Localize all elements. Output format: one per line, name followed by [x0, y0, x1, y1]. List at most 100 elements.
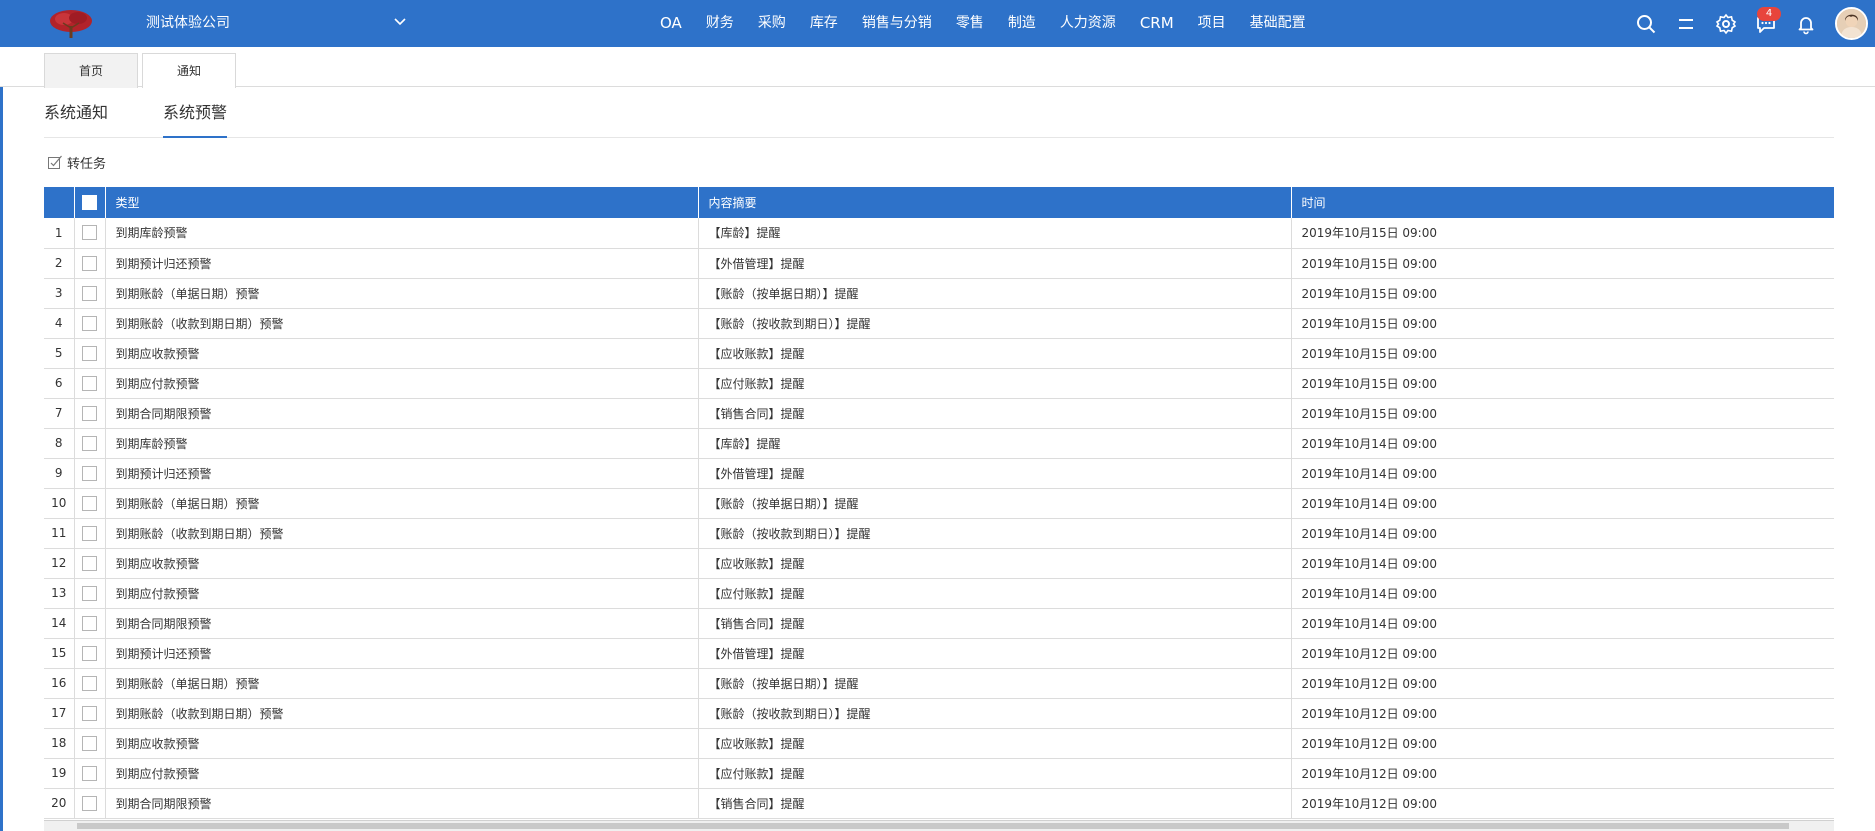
- nav-item-inventory[interactable]: 库存: [798, 0, 850, 47]
- row-number: 4: [44, 308, 75, 339]
- logo-tree-icon[interactable]: [48, 8, 94, 40]
- row-checkbox[interactable]: [82, 615, 97, 631]
- row-checkbox[interactable]: [82, 465, 97, 481]
- type-cell: 到期账龄（收款到期日期）预警: [105, 518, 699, 549]
- table-row[interactable]: 11 到期账龄（收款到期日期）预警 【账龄（按收款到期日）】提醒 2019年10月14…: [44, 518, 1834, 549]
- scrollbar-thumb[interactable]: [77, 823, 1789, 829]
- table-row[interactable]: 18 到期应收款预警 【应收账款】提醒 2019年10月12日 09:00: [44, 728, 1834, 759]
- table-row[interactable]: 2 到期预计归还预警 【外借管理】提醒 2019年10月15日 09:00: [44, 248, 1834, 279]
- nav-item-hr[interactable]: 人力资源: [1048, 0, 1128, 47]
- nav-item-project[interactable]: 项目: [1186, 0, 1238, 47]
- row-checkbox[interactable]: [82, 555, 97, 571]
- row-checkbox[interactable]: [82, 645, 97, 661]
- row-checkbox[interactable]: [82, 705, 97, 721]
- row-number: 3: [44, 278, 75, 309]
- table-row[interactable]: 15 到期预计归还预警 【外借管理】提醒 2019年10月12日 09:00: [44, 638, 1834, 669]
- row-checkbox[interactable]: [82, 765, 97, 781]
- row-select-cell: [74, 638, 106, 669]
- table-row[interactable]: 6 到期应付款预警 【应付账款】提醒 2019年10月15日 09:00: [44, 368, 1834, 399]
- row-number: 8: [44, 428, 75, 459]
- tab-system-notice[interactable]: 系统通知: [44, 102, 108, 124]
- row-number: 14: [44, 608, 75, 639]
- type-cell: 到期账龄（收款到期日期）预警: [105, 698, 699, 729]
- table-row[interactable]: 13 到期应付款预警 【应付账款】提醒 2019年10月14日 09:00: [44, 578, 1834, 609]
- row-checkbox[interactable]: [82, 255, 97, 271]
- nav-item-sales-distribution[interactable]: 销售与分销: [850, 0, 944, 47]
- to-task-button[interactable]: 转任务: [47, 153, 107, 172]
- gear-icon[interactable]: [1715, 13, 1737, 35]
- row-checkbox[interactable]: [82, 525, 97, 541]
- table-row[interactable]: 20 到期合同期限预警 【销售合同】提醒 2019年10月12日 09:00: [44, 788, 1834, 819]
- row-checkbox[interactable]: [82, 585, 97, 601]
- summary-cell: 【库龄】提醒: [698, 428, 1292, 459]
- select-all-checkbox[interactable]: [82, 195, 97, 210]
- avatar[interactable]: [1835, 7, 1868, 40]
- nav-item-oa[interactable]: OA: [648, 0, 694, 47]
- nav-item-purchase[interactable]: 采购: [746, 0, 798, 47]
- row-checkbox[interactable]: [82, 285, 97, 301]
- row-checkbox[interactable]: [82, 315, 97, 331]
- summary-cell: 【应收账款】提醒: [698, 728, 1292, 759]
- nav-item-crm[interactable]: CRM: [1128, 0, 1186, 47]
- table-header-row: 类型 内容摘要 时间: [44, 187, 1834, 218]
- summary-cell: 【应收账款】提醒: [698, 338, 1292, 369]
- row-checkbox[interactable]: [82, 405, 97, 421]
- row-number: 17: [44, 698, 75, 729]
- table-row[interactable]: 5 到期应收款预警 【应收账款】提醒 2019年10月15日 09:00: [44, 338, 1834, 369]
- column-header-summary[interactable]: 内容摘要: [698, 187, 1292, 218]
- tab-system-warning[interactable]: 系统预警: [163, 102, 228, 138]
- table-row[interactable]: 10 到期账龄（单据日期）预警 【账龄（按单据日期）】提醒 2019年10月14日 0…: [44, 488, 1834, 519]
- avatar-portrait-icon: [1837, 9, 1866, 38]
- table-row[interactable]: 9 到期预计归还预警 【外借管理】提醒 2019年10月14日 09:00: [44, 458, 1834, 489]
- row-number: 20: [44, 788, 75, 819]
- row-checkbox[interactable]: [82, 435, 97, 451]
- type-cell: 到期合同期限预警: [105, 608, 699, 639]
- row-checkbox[interactable]: [82, 225, 97, 241]
- time-cell: 2019年10月15日 09:00: [1291, 308, 1834, 339]
- warning-table: 类型 内容摘要 时间 1 到期库龄预警 【库龄】提醒 2019年10月15日 09:0…: [44, 187, 1834, 819]
- tab-notifications[interactable]: 通知: [142, 53, 236, 88]
- table-row[interactable]: 4 到期账龄（收款到期日期）预警 【账龄（按收款到期日）】提醒 2019年10月15日…: [44, 308, 1834, 339]
- row-checkbox[interactable]: [82, 675, 97, 691]
- table-row[interactable]: 3 到期账龄（单据日期）预警 【账龄（按单据日期）】提醒 2019年10月15日 09…: [44, 278, 1834, 309]
- column-header-time[interactable]: 时间: [1291, 187, 1834, 218]
- type-cell: 到期应收款预警: [105, 728, 699, 759]
- nav-item-retail[interactable]: 零售: [944, 0, 996, 47]
- row-select-cell: [74, 698, 106, 729]
- row-number: 5: [44, 338, 75, 369]
- summary-cell: 【账龄（按单据日期）】提醒: [698, 488, 1292, 519]
- summary-cell: 【外借管理】提醒: [698, 638, 1292, 669]
- row-checkbox[interactable]: [82, 495, 97, 511]
- row-number: 15: [44, 638, 75, 669]
- time-cell: 2019年10月14日 09:00: [1291, 608, 1834, 639]
- row-checkbox[interactable]: [82, 795, 97, 811]
- table-row[interactable]: 14 到期合同期限预警 【销售合同】提醒 2019年10月14日 09:00: [44, 608, 1834, 639]
- table-row[interactable]: 17 到期账龄（收款到期日期）预警 【账龄（按收款到期日）】提醒 2019年10月12…: [44, 698, 1834, 729]
- row-checkbox[interactable]: [82, 735, 97, 751]
- search-icon[interactable]: [1635, 13, 1657, 35]
- menu-lines-icon[interactable]: [1675, 13, 1697, 35]
- row-checkbox[interactable]: [82, 375, 97, 391]
- nav-item-manufacturing[interactable]: 制造: [996, 0, 1048, 47]
- to-task-label: 转任务: [67, 156, 107, 172]
- company-name[interactable]: 测试体验公司: [146, 14, 230, 32]
- table-row[interactable]: 7 到期合同期限预警 【销售合同】提醒 2019年10月15日 09:00: [44, 398, 1834, 429]
- table-row[interactable]: 16 到期账龄（单据日期）预警 【账龄（按单据日期）】提醒 2019年10月12日 0…: [44, 668, 1834, 699]
- time-cell: 2019年10月15日 09:00: [1291, 278, 1834, 309]
- nav-item-basic-config[interactable]: 基础配置: [1238, 0, 1318, 47]
- tab-home[interactable]: 首页: [44, 53, 138, 88]
- horizontal-scrollbar[interactable]: [44, 820, 1834, 831]
- table-row[interactable]: 8 到期库龄预警 【库龄】提醒 2019年10月14日 09:00: [44, 428, 1834, 459]
- time-cell: 2019年10月14日 09:00: [1291, 488, 1834, 519]
- nav-item-finance[interactable]: 财务: [694, 0, 746, 47]
- column-header-type[interactable]: 类型: [105, 187, 699, 218]
- bell-icon[interactable]: [1795, 13, 1817, 35]
- row-number: 13: [44, 578, 75, 609]
- row-checkbox[interactable]: [82, 345, 97, 361]
- table-row[interactable]: 12 到期应收款预警 【应收账款】提醒 2019年10月14日 09:00: [44, 548, 1834, 579]
- chevron-down-icon[interactable]: [392, 14, 408, 30]
- summary-cell: 【销售合同】提醒: [698, 788, 1292, 819]
- table-row[interactable]: 1 到期库龄预警 【库龄】提醒 2019年10月15日 09:00: [44, 218, 1834, 249]
- row-number: 11: [44, 518, 75, 549]
- table-row[interactable]: 19 到期应付款预警 【应付账款】提醒 2019年10月12日 09:00: [44, 758, 1834, 789]
